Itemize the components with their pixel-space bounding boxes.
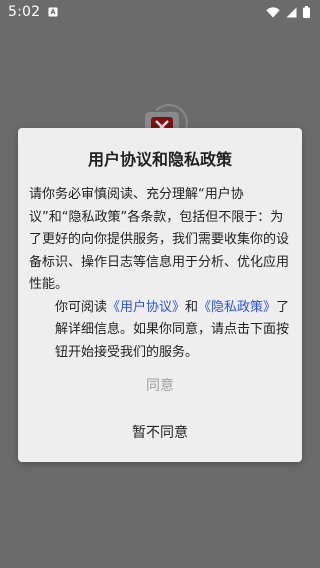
privacy-policy-link[interactable]: 《隐私政策》 <box>198 300 276 315</box>
wifi-icon <box>266 6 280 17</box>
status-right <box>266 6 310 18</box>
cell-signal-icon <box>286 7 297 17</box>
paragraph-2-and: 和 <box>185 299 199 315</box>
user-agreement-link[interactable]: 《用户协议》 <box>107 300 185 315</box>
text-box-icon <box>48 7 58 17</box>
agree-button[interactable]: 同意 <box>18 371 302 399</box>
status-bar: 5:02 <box>0 0 320 24</box>
dialog-title: 用户协议和隐私政策 <box>87 150 232 169</box>
status-time: 5:02 <box>8 4 41 20</box>
status-left: 5:02 <box>8 4 58 20</box>
battery-icon <box>303 6 310 18</box>
dialog-body: 请你务必审慎阅读、充分理解“用户协议”和“隐私政策”各条款，包括但不限于：为了更… <box>29 184 291 364</box>
dialog-paragraph-1: 请你务必审慎阅读、充分理解“用户协议”和“隐私政策”各条款，包括但不限于：为了更… <box>29 187 290 292</box>
disagree-button[interactable]: 暂不同意 <box>18 418 302 446</box>
privacy-dialog: 用户协议和隐私政策 请你务必审慎阅读、充分理解“用户协议”和“隐私政策”各条款，… <box>18 128 302 462</box>
dialog-paragraph-2: 你可阅读《用户协议》和《隐私政策》了解详细信息。如果你同意，请点击下面按钮开始接… <box>29 297 291 365</box>
paragraph-2-prefix: 你可阅读 <box>55 299 108 315</box>
